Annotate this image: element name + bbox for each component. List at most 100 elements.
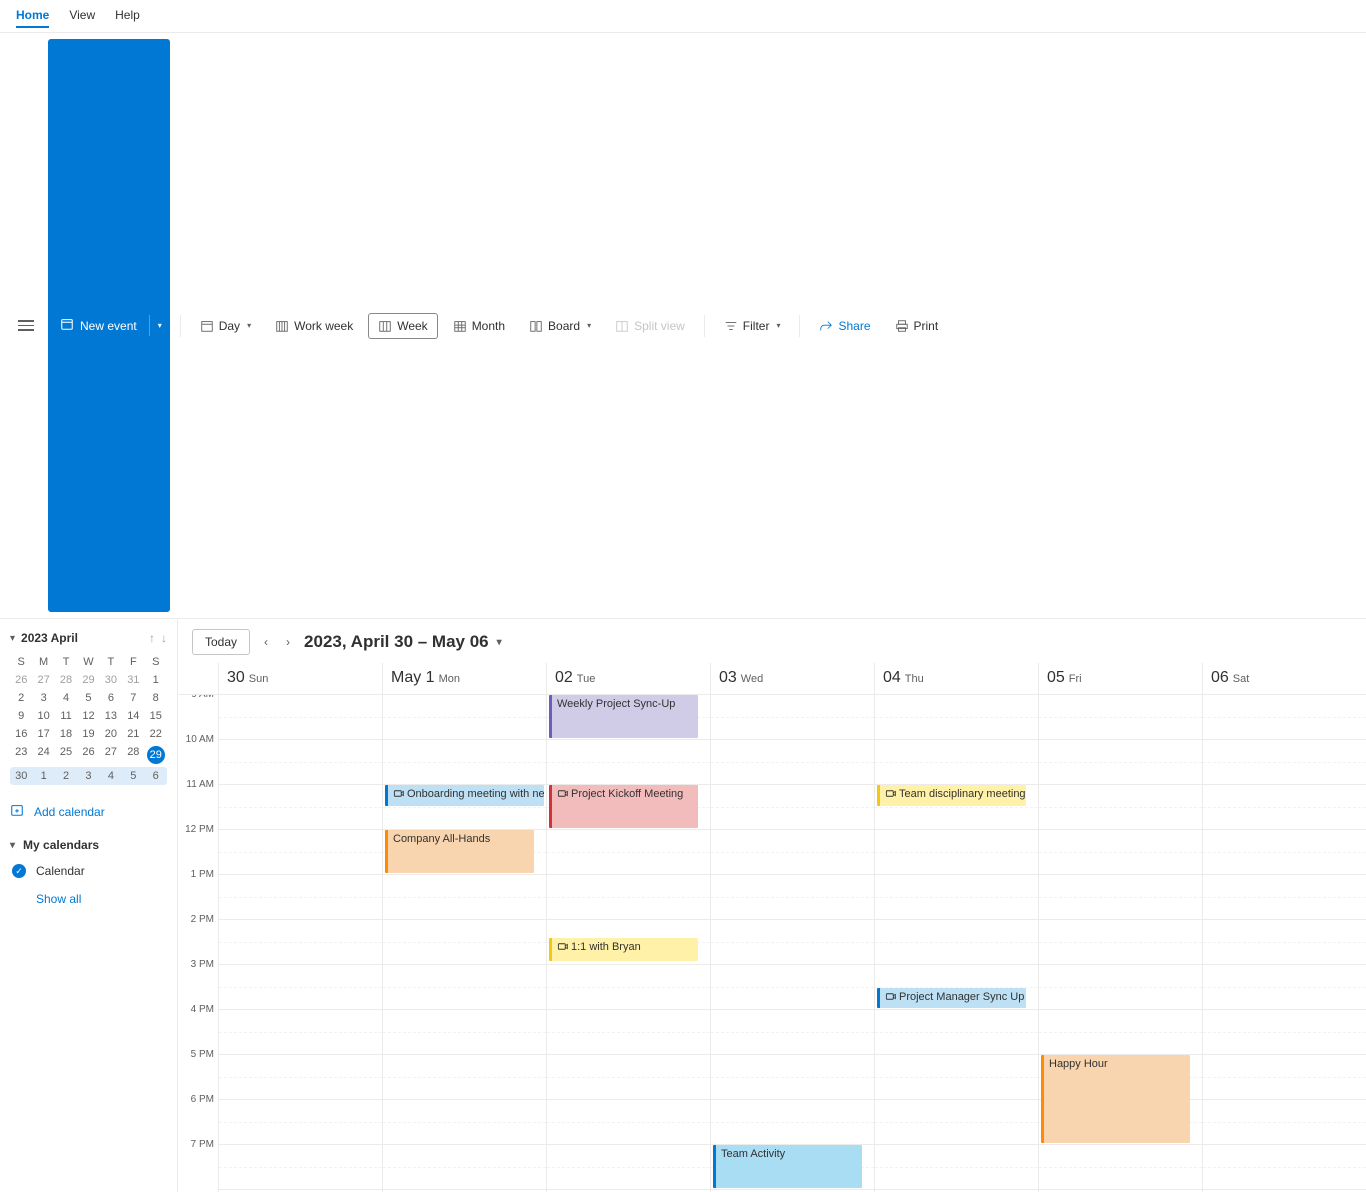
date-cell[interactable]: 1 (32, 767, 54, 785)
day-header[interactable]: 05Fri (1038, 663, 1202, 694)
chevron-down-icon[interactable]: ▾ (10, 633, 15, 644)
date-cell[interactable]: 8 (145, 689, 167, 707)
print-button[interactable]: Print (886, 314, 948, 338)
calendar-event[interactable]: Project Manager Sync Up (877, 988, 1026, 1009)
date-cell[interactable]: 27 (100, 743, 122, 767)
date-cell[interactable]: 18 (55, 725, 77, 743)
date-cell[interactable]: 21 (122, 725, 144, 743)
calendar-event[interactable]: Weekly Project Sync-Up (549, 695, 698, 738)
date-cell[interactable]: 11 (55, 707, 77, 725)
day-column[interactable]: Happy Hour (1038, 695, 1202, 1192)
view-month-button[interactable]: Month (444, 314, 514, 338)
day-header[interactable]: 04Thu (874, 663, 1038, 694)
date-cell[interactable]: 2 (10, 689, 32, 707)
view-workweek-button[interactable]: Work week (266, 314, 362, 338)
check-circle-icon[interactable]: ✓ (12, 864, 26, 878)
date-cell[interactable]: 6 (100, 689, 122, 707)
calendar-event[interactable]: Company All-Hands (385, 830, 534, 873)
date-cell[interactable]: 3 (32, 689, 54, 707)
date-cell[interactable]: 7 (122, 689, 144, 707)
day-column[interactable] (218, 695, 382, 1192)
date-cell[interactable]: 13 (100, 707, 122, 725)
view-board-button[interactable]: Board▾ (520, 314, 600, 338)
date-cell[interactable]: 23 (10, 743, 32, 767)
event-title: Happy Hour (1049, 1058, 1108, 1070)
calendar-event[interactable]: Project Kickoff Meeting (549, 785, 698, 828)
day-column[interactable]: Onboarding meeting with ne Company All-Ha… (382, 695, 546, 1192)
day-header[interactable]: 02Tue (546, 663, 710, 694)
date-cell[interactable]: 5 (122, 767, 144, 785)
calendar-item[interactable]: ✓ Calendar (10, 864, 167, 878)
show-all-link[interactable]: Show all (10, 892, 167, 906)
new-event-button[interactable]: New event ▾ (48, 39, 170, 612)
day-column[interactable] (1202, 695, 1366, 1192)
date-cell[interactable]: 5 (77, 689, 99, 707)
day-column[interactable]: Weekly Project Sync-Up Project Kickoff Me… (546, 695, 710, 1192)
date-cell[interactable]: 1 (145, 671, 167, 689)
date-cell[interactable]: 4 (100, 767, 122, 785)
day-header[interactable]: 03Wed (710, 663, 874, 694)
prev-week-icon[interactable]: ‹ (264, 635, 268, 649)
date-cell[interactable]: 28 (122, 743, 144, 767)
date-cell[interactable]: 19 (77, 725, 99, 743)
day-column[interactable]: Team Activity (710, 695, 874, 1192)
meeting-icon (885, 991, 896, 1002)
next-week-icon[interactable]: › (286, 635, 290, 649)
date-cell[interactable]: 31 (122, 671, 144, 689)
date-cell[interactable]: 17 (32, 725, 54, 743)
view-day-button[interactable]: Day▾ (191, 314, 260, 338)
event-title: 1:1 with Bryan (571, 941, 641, 953)
calendar-event[interactable]: Team disciplinary meeting (877, 785, 1026, 806)
dow-cell: T (55, 653, 77, 671)
date-cell[interactable]: 29 (145, 743, 167, 767)
tab-home[interactable]: Home (16, 4, 49, 28)
date-cell[interactable]: 9 (10, 707, 32, 725)
event-title: Weekly Project Sync-Up (557, 698, 675, 710)
calendar-event[interactable]: Onboarding meeting with ne (385, 785, 544, 806)
date-cell[interactable]: 4 (55, 689, 77, 707)
date-cell[interactable]: 15 (145, 707, 167, 725)
date-cell[interactable]: 26 (10, 671, 32, 689)
my-calendars-toggle[interactable]: ▾ My calendars (10, 838, 167, 852)
date-cell[interactable]: 3 (77, 767, 99, 785)
date-cell[interactable]: 10 (32, 707, 54, 725)
day-column[interactable]: Team disciplinary meeting Project Manager… (874, 695, 1038, 1192)
date-cell[interactable]: 30 (10, 767, 32, 785)
date-cell[interactable]: 29 (77, 671, 99, 689)
date-cell[interactable]: 27 (32, 671, 54, 689)
day-header[interactable]: May 1Mon (382, 663, 546, 694)
event-title: Project Manager Sync Up (899, 991, 1024, 1003)
day-header[interactable]: 06Sat (1202, 663, 1366, 694)
prev-month-icon[interactable]: ↑ (149, 631, 155, 645)
dow-cell: W (77, 653, 99, 671)
date-cell[interactable]: 28 (55, 671, 77, 689)
day-header[interactable]: 30Sun (218, 663, 382, 694)
add-calendar-button[interactable]: Add calendar (10, 803, 167, 820)
date-cell[interactable]: 20 (100, 725, 122, 743)
new-event-dropdown[interactable]: ▾ (149, 315, 170, 336)
date-cell[interactable]: 30 (100, 671, 122, 689)
calendar-event[interactable]: Happy Hour (1041, 1055, 1190, 1143)
date-cell[interactable]: 24 (32, 743, 54, 767)
date-cell[interactable]: 2 (55, 767, 77, 785)
date-cell[interactable]: 16 (10, 725, 32, 743)
date-cell[interactable]: 6 (145, 767, 167, 785)
filter-button[interactable]: Filter▾ (715, 314, 790, 338)
date-cell[interactable]: 14 (122, 707, 144, 725)
today-button[interactable]: Today (192, 629, 250, 655)
date-cell[interactable]: 22 (145, 725, 167, 743)
chevron-down-icon: ▾ (497, 637, 502, 648)
calendar-event[interactable]: Team Activity (713, 1145, 862, 1188)
date-cell[interactable]: 26 (77, 743, 99, 767)
nav-toggle-icon[interactable] (10, 314, 42, 337)
dow-cell: M (32, 653, 54, 671)
date-cell[interactable]: 12 (77, 707, 99, 725)
view-week-button[interactable]: Week (368, 313, 437, 339)
date-range-title[interactable]: 2023, April 30 – May 06 ▾ (304, 632, 502, 652)
calendar-event[interactable]: 1:1 with Bryan (549, 938, 698, 961)
next-month-icon[interactable]: ↓ (161, 631, 167, 645)
tab-help[interactable]: Help (115, 4, 140, 28)
date-cell[interactable]: 25 (55, 743, 77, 767)
tab-view[interactable]: View (69, 4, 95, 28)
share-button[interactable]: Share (810, 314, 879, 338)
